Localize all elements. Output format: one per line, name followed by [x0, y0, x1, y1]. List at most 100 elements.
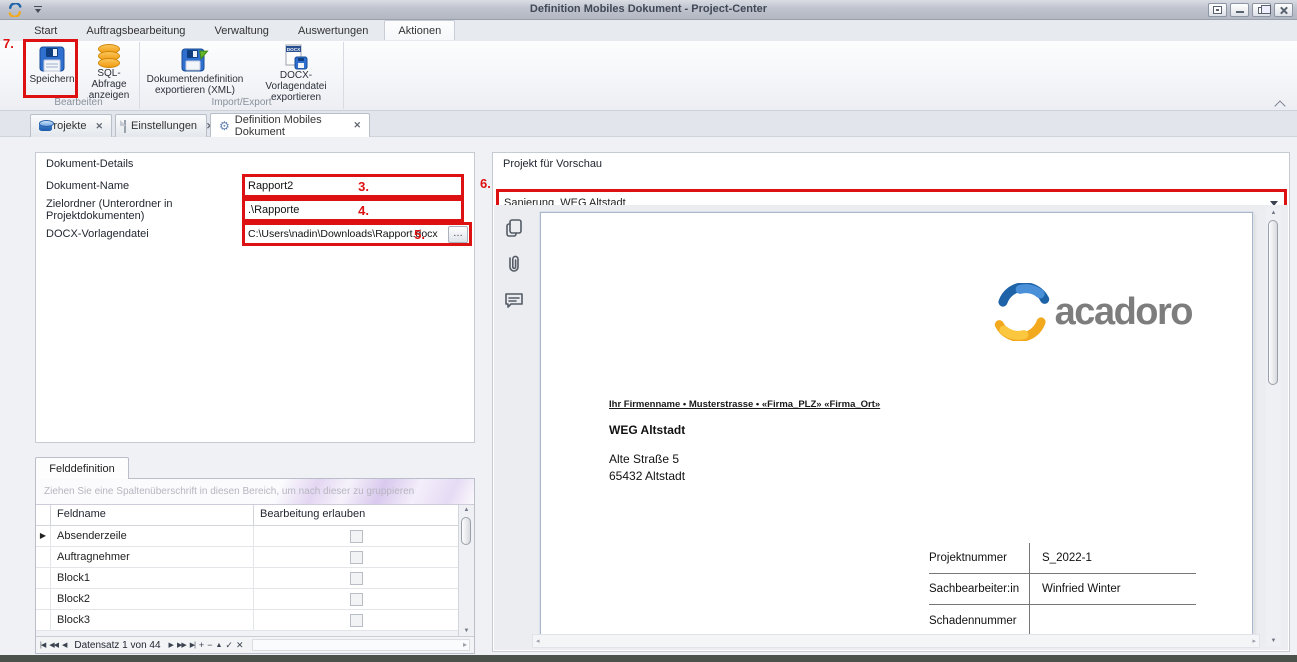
scroll-up-icon[interactable]: ▲ — [1266, 210, 1281, 216]
paperclip-icon[interactable] — [503, 253, 525, 275]
ribbon-tab-bar: Start Auftragsbearbeitung Verwaltung Aus… — [0, 20, 1297, 41]
scrollbar-thumb[interactable] — [1268, 220, 1278, 385]
ribbon-tab-start[interactable]: Start — [21, 21, 70, 40]
scroll-left-icon[interactable]: ◂ — [536, 637, 540, 645]
copy-pages-icon[interactable] — [503, 217, 525, 239]
ribbon-tab-auswertungen[interactable]: Auswertungen — [285, 21, 381, 40]
nav-last-icon[interactable]: ▶| — [190, 641, 195, 649]
nav-cancel-icon[interactable]: ✕ — [236, 640, 243, 651]
scroll-up-icon[interactable]: ▲ — [459, 507, 474, 513]
collapse-ribbon-icon[interactable] — [1276, 100, 1285, 106]
nav-first-icon[interactable]: |◀ — [40, 641, 45, 649]
gear-icon: ⚙ — [219, 120, 230, 132]
docx-vorlagendatei-exportieren-button[interactable]: DOCX DOCX-Vorlagendatei exportieren — [250, 44, 342, 96]
tab-definition-mobiles-dokument[interactable]: ⚙ Definition Mobiles Dokument ✕ — [210, 113, 370, 137]
fit-screen-button[interactable] — [1208, 3, 1227, 17]
projekt-vorschau-panel: Projekt für Vorschau Sanierung_WEG Altst… — [492, 152, 1290, 652]
preview-horizontal-scrollbar[interactable]: ◂ ▸ — [532, 634, 1260, 648]
group-by-panel[interactable]: Ziehen Sie eine Spaltenüberschrift in di… — [36, 479, 474, 505]
felddefinition-grid: Ziehen Sie eine Spaltenüberschrift in di… — [35, 478, 475, 654]
comment-icon[interactable] — [503, 289, 525, 311]
editable-checkbox[interactable] — [350, 551, 363, 564]
nav-post-icon[interactable]: ✓ — [225, 640, 232, 651]
felddefinition-tab[interactable]: Felddefinition — [35, 457, 129, 479]
speichern-button[interactable]: Speichern — [26, 44, 78, 96]
minimize-button[interactable] — [1230, 3, 1249, 17]
docx-export-icon: DOCX — [283, 44, 309, 70]
table-row[interactable]: Auftragnehmer — [36, 547, 458, 568]
tab-projekte[interactable]: Projekte ✕ — [30, 114, 112, 137]
table-row[interactable]: ▶ Absenderzeile — [36, 526, 458, 547]
acadoro-swirl-icon — [993, 283, 1051, 341]
nav-append-icon[interactable]: + — [199, 640, 203, 650]
tab-close-icon[interactable]: ✕ — [95, 121, 103, 132]
annotation-step-6: 6. — [480, 176, 491, 191]
nav-prev-icon[interactable]: ◀ — [62, 641, 66, 649]
restore-icon — [1258, 7, 1266, 14]
table-row: Sachbearbeiter:in Winfried Winter — [929, 574, 1196, 605]
tab-close-icon[interactable]: ✕ — [353, 120, 361, 131]
annotation-box-5: 5. … — [242, 222, 472, 246]
ribbon-tab-verwaltung[interactable]: Verwaltung — [202, 21, 282, 40]
minimize-icon — [1236, 10, 1244, 13]
editable-checkbox[interactable] — [350, 572, 363, 585]
document-page-icon — [124, 120, 126, 133]
sql-abfrage-button[interactable]: SQL-Abfrage anzeigen — [80, 44, 138, 96]
column-header-feldname[interactable]: Feldname — [51, 505, 254, 525]
floppy-disk-icon — [39, 44, 65, 74]
nav-prev-page-icon[interactable]: ◀◀ — [49, 641, 58, 649]
title-bar: Definition Mobiles Dokument - Project-Ce… — [0, 0, 1297, 20]
svg-text:DOCX: DOCX — [287, 47, 301, 52]
table-row: Projektnummer S_2022-1 — [929, 543, 1196, 574]
ribbon-tab-auftragsbearbeitung[interactable]: Auftragsbearbeitung — [73, 21, 198, 40]
document-preview-area: acadoro Ihr Firmenname • Musterstrasse •… — [494, 205, 1288, 650]
ribbon-tab-aktionen[interactable]: Aktionen — [384, 20, 455, 40]
grid-vertical-scrollbar[interactable]: ▲ ▼ — [458, 505, 474, 636]
table-row[interactable]: Block3 — [36, 610, 458, 631]
row-indicator-icon: ▶ — [36, 526, 51, 546]
docx-preview-page: acadoro Ihr Firmenname • Musterstrasse •… — [540, 212, 1253, 636]
sender-line: Ihr Firmenname • Musterstrasse • «Firma_… — [609, 399, 880, 410]
nav-edit-icon[interactable]: ▲ — [215, 642, 221, 649]
dokument-name-input[interactable] — [245, 178, 461, 194]
dokument-name-label: Dokument-Name — [46, 180, 242, 192]
column-header-bearbeitung-erlauben[interactable]: Bearbeitung erlauben — [254, 505, 458, 525]
annotation-step-4: 4. — [358, 203, 369, 218]
acadoro-logo: acadoro — [993, 283, 1192, 341]
recipient-city: 65432 Altstadt — [609, 469, 685, 483]
annotation-box-4: 4. — [242, 198, 464, 222]
scroll-right-icon[interactable]: ▸ — [1252, 637, 1256, 645]
nav-delete-icon[interactable]: − — [207, 640, 211, 650]
annotation-step-5: 5. — [414, 227, 425, 242]
grid-horizontal-scrollbar[interactable] — [252, 639, 470, 651]
restore-button[interactable] — [1252, 3, 1271, 17]
grid-header-row: Feldname Bearbeitung erlauben — [36, 505, 458, 526]
window-title: Definition Mobiles Dokument - Project-Ce… — [0, 3, 1297, 15]
ribbon-group-import-export: Dokumentendefinition exportieren (XML) D… — [140, 42, 344, 109]
dokumentendefinition-exportieren-button[interactable]: Dokumentendefinition exportieren (XML) — [142, 44, 248, 96]
scroll-down-icon[interactable]: ▼ — [459, 628, 474, 634]
projekt-vorschau-caption: Projekt für Vorschau — [493, 153, 1289, 170]
dokument-details-caption: Dokument-Details — [36, 153, 474, 170]
nav-next-icon[interactable]: ▶ — [169, 641, 173, 649]
preview-vertical-scrollbar[interactable]: ▲ ▼ — [1266, 208, 1281, 646]
speichern-label: Speichern — [29, 74, 74, 85]
dokument-details-panel: Dokument-Details Dokument-Name 3. Zielor… — [35, 152, 475, 443]
recipient-street: Alte Straße 5 — [609, 452, 679, 466]
scrollbar-thumb[interactable] — [461, 517, 471, 545]
fit-screen-icon — [1213, 6, 1222, 14]
application-window: Definition Mobiles Dokument - Project-Ce… — [0, 0, 1297, 662]
nav-next-page-icon[interactable]: ▶▶ — [177, 641, 186, 649]
table-row[interactable]: Block2 — [36, 589, 458, 610]
editable-checkbox[interactable] — [350, 593, 363, 606]
editable-checkbox[interactable] — [350, 530, 363, 543]
close-button[interactable] — [1274, 3, 1293, 17]
docx-vorlagendatei-label: DOCX-Vorlagendatei — [46, 228, 242, 240]
browse-file-button[interactable]: … — [448, 226, 468, 243]
scroll-down-icon[interactable]: ▼ — [1266, 638, 1281, 644]
editable-checkbox[interactable] — [350, 614, 363, 627]
table-row[interactable]: Block1 — [36, 568, 458, 589]
row-indicator-header — [36, 505, 51, 525]
tab-einstellungen[interactable]: Einstellungen ✕ — [115, 114, 207, 137]
zielordner-input[interactable] — [245, 202, 461, 218]
